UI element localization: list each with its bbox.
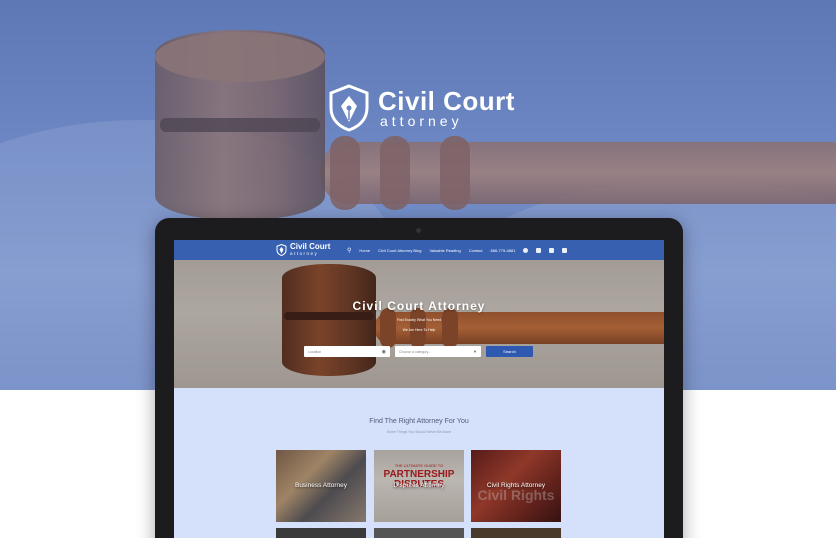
camera-icon [416,228,421,233]
nav-item-valuable-reading[interactable]: Valuable Reading [429,248,460,253]
gavel-ring [440,136,470,210]
card-disputes-attorney[interactable]: THE ULTIMATE GUIDE TO PARTNERSHIP DISPUT… [374,450,464,522]
shield-pen-icon [329,84,369,132]
site-logo-sub: attorney [290,251,319,256]
section-title: Find The Right Attorney For You [369,418,469,425]
category-placeholder: Choose a category... [399,349,432,354]
facebook-icon[interactable] [523,247,529,253]
card-label: Civil Rights Attorney [486,482,546,489]
site-logo-title: Civil Court [290,242,331,251]
nav-phone[interactable]: 866-779-4881 [491,248,516,253]
nav-item-home[interactable]: Home [359,248,370,253]
gavel-ring [330,136,360,210]
showcase-page: Civil Court attorney Civil Court attorne… [0,0,836,538]
gavel-band [160,118,320,132]
nav-item-contact[interactable]: Contact [469,248,483,253]
card-next-row[interactable] [276,528,366,538]
laptop-mockup: Civil Court attorney ⚲ Home Civil Court … [155,218,683,538]
search-icon[interactable]: ⚲ [347,247,351,254]
search-button[interactable]: Search [486,346,533,357]
location-placeholder: Location [308,349,322,354]
attorney-section: Find The Right Attorney For You Some Thi… [174,388,664,538]
card-next-row[interactable] [471,528,561,538]
gavel-ring [380,136,410,210]
card-label: Disputes Attorney [393,482,445,489]
gavel-head-top [155,32,325,82]
brand-logo: Civil Court attorney [328,84,515,132]
card-next-row[interactable] [374,528,464,538]
nav-item-blog[interactable]: Civil Court Attorney Blog [378,248,421,253]
brand-title: Civil Court [378,86,515,116]
site-logo[interactable]: Civil Court attorney [276,243,330,256]
hero-subtitle: Find Exactly What You Need [396,318,442,322]
location-input[interactable]: Location ◉ [304,346,390,357]
chevron-down-icon: ▼ [473,349,477,354]
shield-pen-icon [276,243,287,256]
location-pin-icon: ◉ [381,348,386,355]
card-label: Business Attorney [294,482,348,489]
site-hero: Civil Court Attorney Find Exactly What Y… [174,260,664,388]
instagram-icon[interactable] [549,247,555,253]
hero-overlay [174,260,664,388]
brand-subtitle: attorney [380,113,463,129]
card-civil-rights-attorney[interactable]: Civil Rights Civil Rights Attorney [471,450,561,522]
hero-tagline: We Are Here To Help [402,328,436,332]
section-subtitle: Some Things You Should Never Be Alone [386,430,452,434]
linkedin-icon[interactable] [562,247,568,253]
twitter-icon[interactable] [536,247,542,253]
laptop-screen: Civil Court attorney ⚲ Home Civil Court … [174,240,664,538]
card-business-attorney[interactable]: Business Attorney [276,450,366,522]
category-select[interactable]: Choose a category... ▼ [395,346,481,357]
site-navbar: Civil Court attorney ⚲ Home Civil Court … [174,240,664,260]
hero-title: Civil Court Attorney [352,299,486,313]
nav-menu: ⚲ Home Civil Court Attorney Blog Valuabl… [347,240,568,260]
